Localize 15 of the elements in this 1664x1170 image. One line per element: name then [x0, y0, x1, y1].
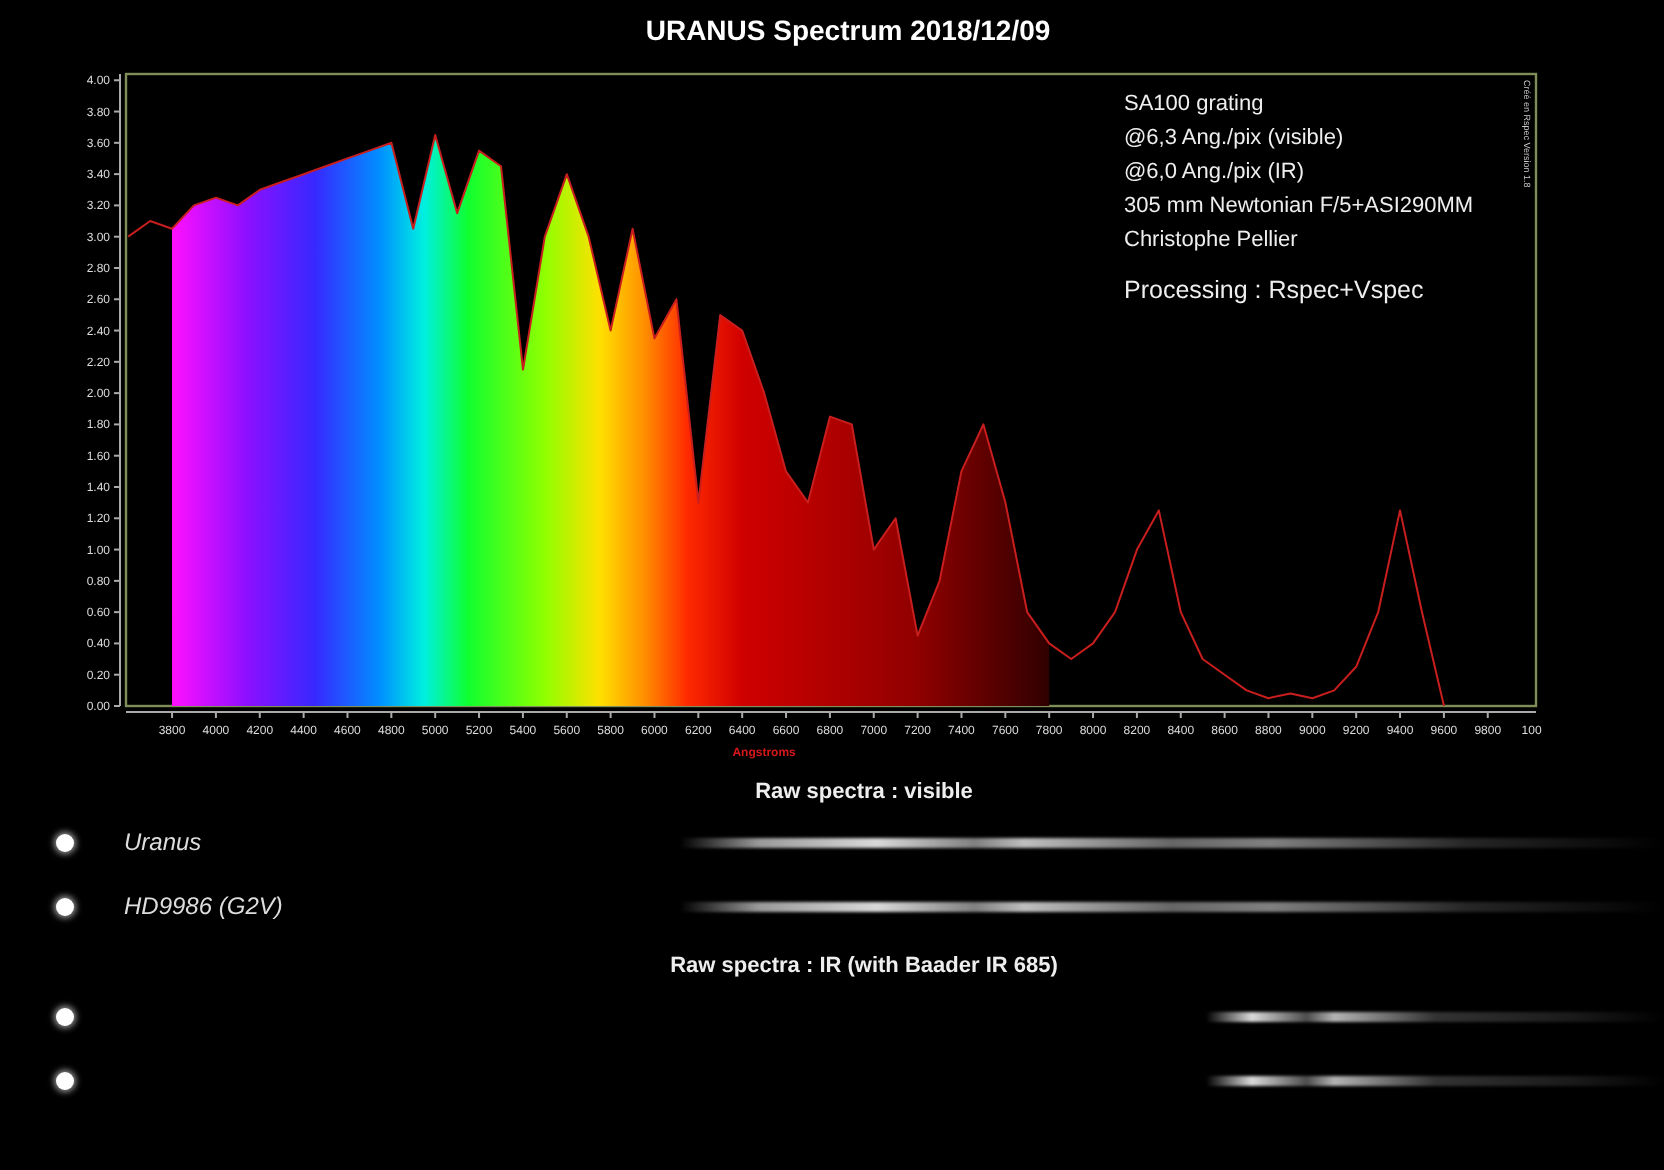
star-point-icon [56, 897, 74, 915]
object-label: HD9986 (G2V) [124, 892, 285, 920]
section-title: Raw spectra : IR (with Baader IR 685) [668, 952, 1060, 982]
star-point-icon [56, 1071, 74, 1089]
annotation-text: Processing : Rspec+Vspec [1124, 276, 1424, 304]
section-title: Raw spectra : visible [753, 778, 975, 808]
annotation-text: @6,3 Ang./pix (visible) [1124, 126, 1344, 150]
annotation-text: @6,0 Ang./pix (IR) [1124, 160, 1305, 184]
annotation-text: Christophe Pellier [1124, 228, 1298, 252]
star-point-icon [56, 1007, 74, 1025]
annotation-text: 305 mm Newtonian F/5+ASI290MM [1124, 194, 1474, 218]
star-point-icon [56, 833, 74, 851]
chart-title: URANUS Spectrum 2018/12/09 [645, 14, 1051, 46]
annotation-text: SA100 grating [1124, 92, 1264, 116]
object-label: Uranus [124, 828, 204, 856]
